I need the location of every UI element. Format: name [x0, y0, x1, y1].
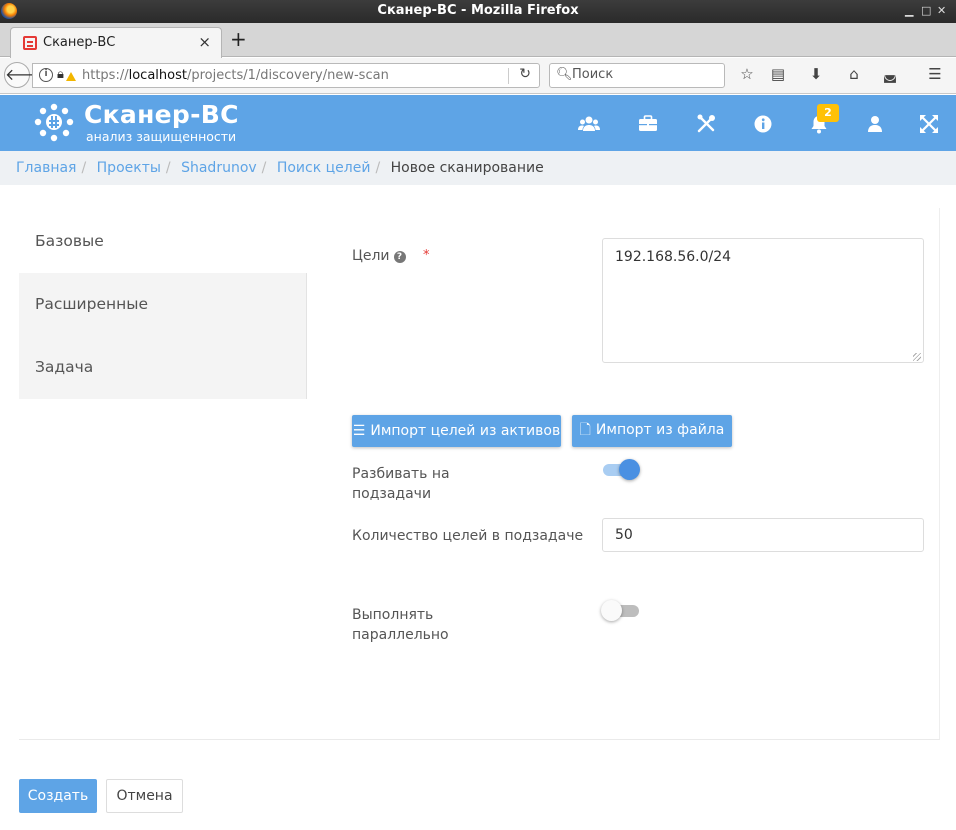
breadcrumb-item-discovery[interactable]: Поиск целей / [277, 160, 386, 176]
user-icon[interactable] [864, 113, 886, 135]
tab-favicon-icon [23, 36, 37, 50]
url-separator [508, 68, 509, 84]
targets-per-subtask-label: Количество целей в подзадаче [352, 528, 584, 544]
reading-list-icon[interactable]: ▤ [768, 65, 788, 83]
pocket-icon[interactable]: ◛ [880, 65, 900, 83]
breadcrumb-item-project[interactable]: Shadrunov / [181, 160, 272, 176]
maximize-icon[interactable]: □ [921, 4, 931, 17]
help-icon[interactable]: ? [393, 251, 406, 263]
logo-name: Сканер-ВС [84, 100, 239, 129]
reload-icon[interactable]: ↻ [519, 66, 531, 82]
menu-icon[interactable]: ☰ [925, 65, 945, 83]
url-text[interactable]: https://localhost/projects/1/discovery/n… [82, 68, 389, 83]
tools-icon[interactable] [695, 113, 717, 135]
list-icon: ☰ [352, 423, 366, 439]
tab-strip: Сканер-ВС × + [0, 23, 956, 58]
app-header: Сканер-ВС анализ защищенности [0, 95, 956, 151]
required-mark: * [423, 248, 430, 263]
breadcrumb: Главная / Проекты / Shadrunov / Поиск целей… [0, 151, 956, 185]
split-subtasks-label: Разбивать на подзадачи [352, 466, 450, 502]
fullscreen-icon[interactable] [918, 113, 940, 135]
split-subtasks-toggle[interactable] [603, 458, 640, 482]
import-from-assets-button[interactable]: ☰ Импорт целей из активов [352, 415, 561, 447]
logo-icon[interactable] [34, 103, 74, 143]
create-button[interactable]: Создать [19, 779, 97, 813]
minimize-icon[interactable]: ▁ [905, 4, 913, 17]
search-icon: 🔍︎ [556, 67, 573, 82]
tab-title: Сканер-ВС [43, 35, 116, 50]
site-info-icon[interactable]: i [39, 68, 53, 82]
breadcrumb-item-current: Новое сканирование [390, 160, 544, 176]
cancel-button[interactable]: Отмена [106, 779, 183, 813]
section-tab-advanced[interactable]: Расширенные [19, 273, 307, 336]
search-input[interactable] [572, 67, 720, 82]
breadcrumb-item-projects[interactable]: Проекты / [97, 160, 177, 176]
info-icon[interactable] [752, 113, 774, 135]
breadcrumb-item-home[interactable]: Главная / [16, 160, 92, 176]
users-icon[interactable] [578, 113, 600, 135]
search-bar[interactable]: 🔍︎ [549, 63, 725, 88]
file-icon: 🗋︎ [579, 422, 591, 438]
home-icon[interactable]: ⌂ [844, 65, 864, 83]
section-tab-basic[interactable]: Базовые [19, 210, 307, 273]
lock-icon: 🔒︎ [57, 67, 64, 82]
window-title: Сканер-ВС - Mozilla Firefox [377, 3, 579, 18]
textarea-resize-handle[interactable] [913, 353, 921, 361]
section-nav-divider [306, 273, 307, 399]
browser-tab[interactable]: Сканер-ВС × [10, 27, 222, 58]
back-button[interactable]: 🡐 [4, 62, 48, 88]
notification-badge: 2 [817, 104, 839, 122]
targets-per-subtask-input[interactable] [602, 518, 924, 552]
new-tab-button[interactable]: + [230, 27, 247, 51]
targets-textarea[interactable]: 192.168.56.0/24 [602, 238, 924, 363]
bookmark-star-icon[interactable]: ☆ [737, 65, 757, 83]
navigation-toolbar: 🡐 i 🔒︎ https://localhost/projects/1/disc… [0, 58, 956, 94]
section-tab-task[interactable]: Задача [19, 336, 307, 399]
scan-form-panel: Базовые Расширенные Задача Цели? * 192.1… [19, 208, 940, 740]
run-parallel-label: Выполнять параллельно [352, 607, 449, 643]
run-parallel-toggle[interactable] [601, 599, 639, 623]
window-titlebar: Сканер-ВС - Mozilla Firefox ▁ □ ✕ [0, 0, 956, 23]
downloads-icon[interactable]: ⬇ [806, 65, 826, 83]
logo-subtitle: анализ защищенности [86, 129, 237, 144]
import-from-file-button[interactable]: 🗋︎ Импорт из файла [572, 415, 732, 447]
targets-label: Цели? [352, 246, 406, 266]
close-window-icon[interactable]: ✕ [937, 4, 946, 17]
tab-close-button[interactable]: × [198, 33, 211, 51]
url-bar[interactable]: i 🔒︎ https://localhost/projects/1/discov… [32, 63, 540, 88]
warning-icon [66, 72, 76, 81]
briefcase-icon[interactable] [637, 113, 659, 135]
